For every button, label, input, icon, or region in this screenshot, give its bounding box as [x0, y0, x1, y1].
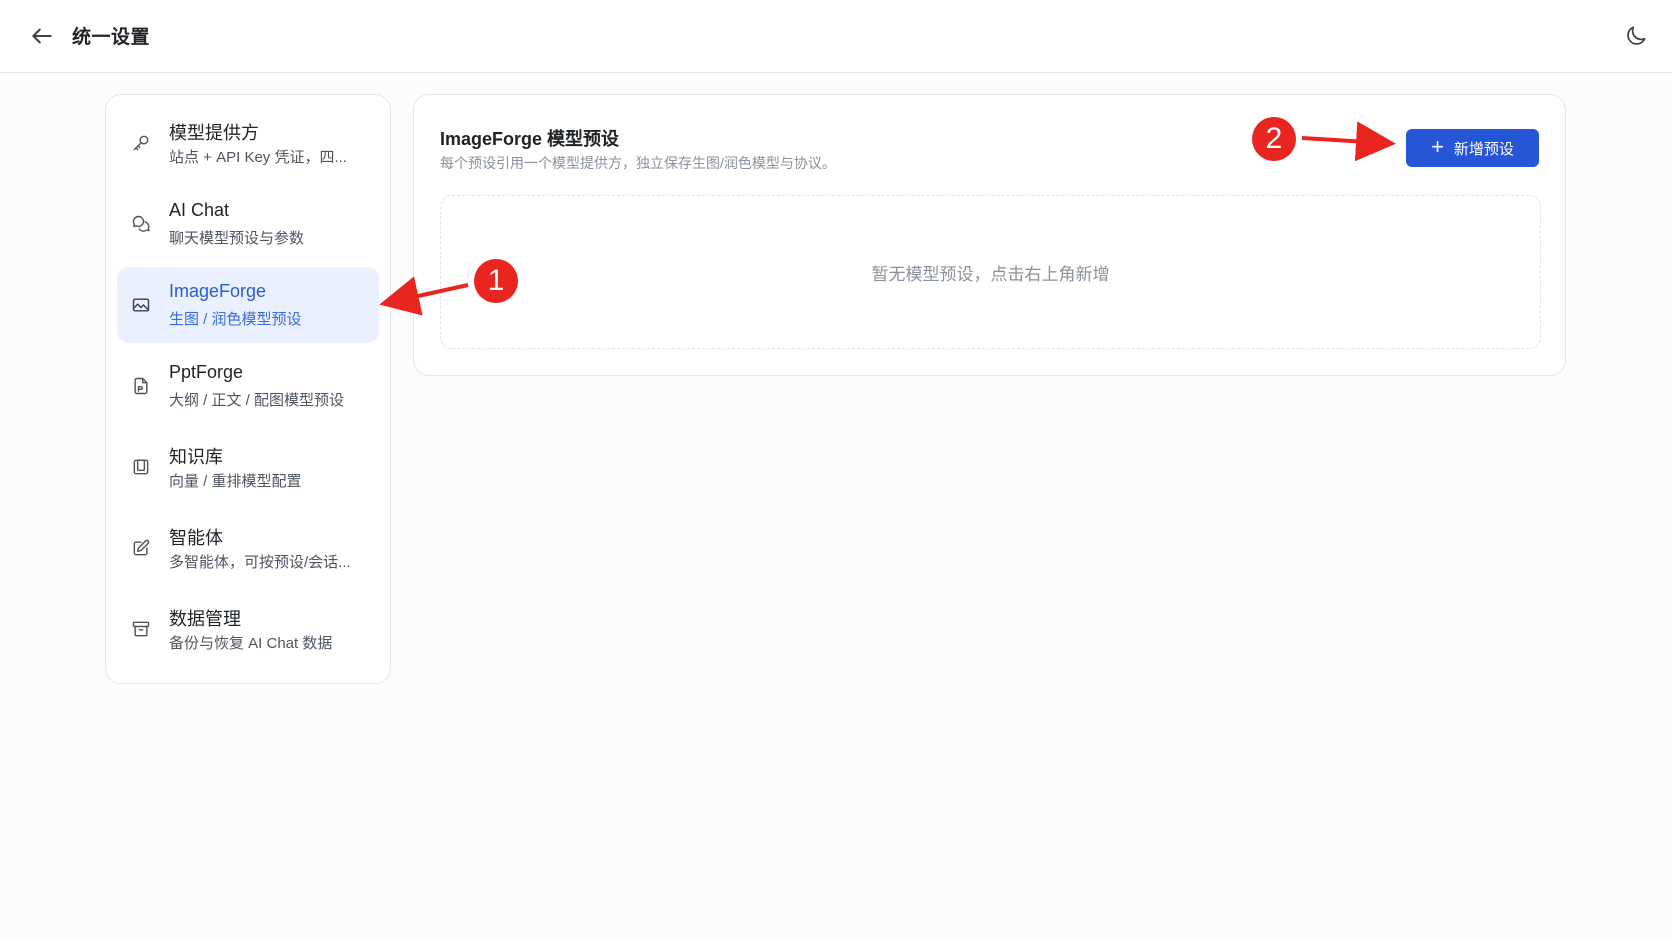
document-icon	[130, 375, 152, 397]
add-preset-button[interactable]: + 新增预设	[1406, 129, 1539, 167]
sidebar-item-description: 大纲 / 正文 / 配图模型预设	[169, 392, 345, 409]
back-button[interactable]	[26, 20, 58, 52]
sidebar-item-ai-chat[interactable]: AI Chat 聊天模型预设与参数	[117, 186, 379, 262]
add-preset-label: 新增预设	[1453, 140, 1514, 158]
sidebar-item-agents[interactable]: 智能体 多智能体，可按预设/会话...	[117, 510, 379, 586]
sidebar-item-label: 数据管理	[169, 609, 241, 629]
arrow-left-icon	[32, 28, 52, 44]
sidebar-item-label: ImageForge	[169, 281, 267, 301]
theme-toggle-button[interactable]	[1620, 20, 1652, 52]
panel-title: ImageForge 模型预设	[440, 129, 620, 149]
image-icon	[130, 294, 152, 316]
empty-state: 暂无模型预设，点击右上角新增	[440, 195, 1541, 349]
settings-sidebar: 模型提供方 站点 + API Key 凭证，四... AI Chat 聊天模型预…	[105, 94, 391, 684]
sidebar-item-description: 站点 + API Key 凭证，四...	[169, 149, 347, 166]
annotation-badge-2: 2	[1252, 117, 1296, 161]
panel-description: 每个预设引用一个模型提供方，独立保存生图/润色模型与协议。	[440, 155, 836, 171]
sidebar-item-label: AI Chat	[169, 200, 230, 220]
archive-icon	[130, 618, 152, 640]
sidebar-item-description: 多智能体，可按预设/会话...	[169, 554, 351, 571]
chat-bubbles-icon	[130, 213, 152, 235]
empty-state-text: 暂无模型预设，点击右上角新增	[871, 264, 1110, 284]
plus-icon: +	[1431, 134, 1444, 159]
top-bar: 统一设置	[0, 0, 1672, 73]
sidebar-item-description: 生图 / 润色模型预设	[169, 311, 302, 328]
sidebar-item-description: 向量 / 重排模型配置	[169, 473, 302, 490]
imageforge-presets-panel: ImageForge 模型预设 每个预设引用一个模型提供方，独立保存生图/润色模…	[413, 94, 1566, 376]
key-icon	[130, 132, 152, 154]
annotation-badge-1: 1	[474, 259, 518, 303]
sidebar-item-label: 模型提供方	[169, 123, 259, 143]
sidebar-item-label: 知识库	[169, 447, 223, 467]
sidebar-item-label: 智能体	[169, 528, 223, 548]
sidebar-item-pptforge[interactable]: PptForge 大纲 / 正文 / 配图模型预设	[117, 348, 379, 424]
sidebar-item-imageforge[interactable]: ImageForge 生图 / 润色模型预设	[117, 267, 379, 343]
sidebar-item-knowledge-base[interactable]: 知识库 向量 / 重排模型配置	[117, 429, 379, 505]
sidebar-item-model-providers[interactable]: 模型提供方 站点 + API Key 凭证，四...	[117, 105, 379, 181]
sidebar-item-description: 备份与恢复 AI Chat 数据	[169, 635, 333, 652]
page-title: 统一设置	[72, 27, 151, 48]
sidebar-item-description: 聊天模型预设与参数	[169, 230, 305, 247]
pencil-icon	[130, 537, 152, 559]
book-icon	[130, 456, 152, 478]
sidebar-item-data-management[interactable]: 数据管理 备份与恢复 AI Chat 数据	[117, 591, 379, 667]
moon-icon	[1627, 26, 1646, 45]
sidebar-item-label: PptForge	[169, 362, 244, 382]
